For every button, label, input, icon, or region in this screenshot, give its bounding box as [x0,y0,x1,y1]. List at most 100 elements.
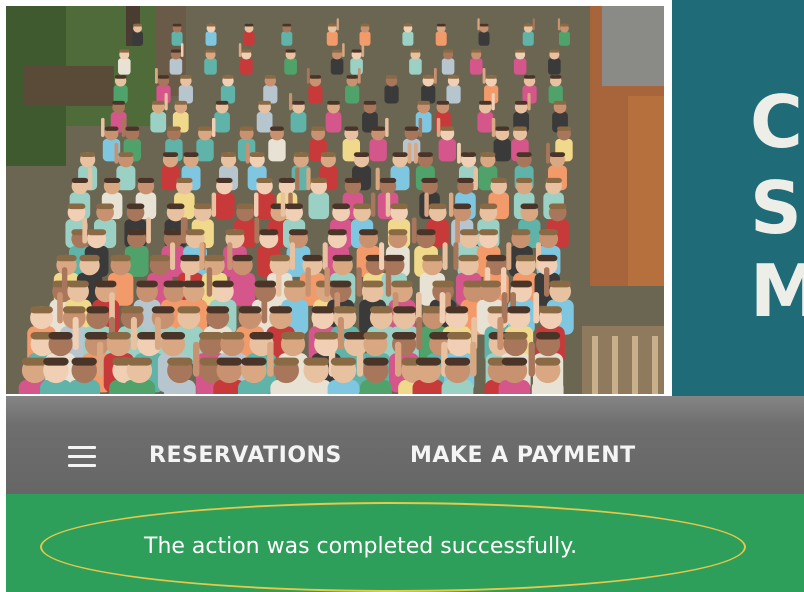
crowd-person-arm [336,18,339,31]
crowd-person-hair [332,203,350,210]
crowd-person-arm [211,117,216,137]
crowd-person-hair [79,254,100,262]
crowd-person-body [229,272,256,306]
crowd-person-body [469,58,483,75]
crowd-person-hair [314,331,339,340]
success-alert: The action was completed successfully. [6,494,804,592]
crowd-person-arm [193,341,200,377]
crowd-person-hair [43,357,69,366]
crowd-person-hair [404,126,419,131]
crowd-person-hair [320,152,336,157]
crowd-person-arm [532,18,535,31]
crowd-person-hair [67,203,86,210]
crowd-person-hair [149,254,171,262]
crowd-person-hair [215,100,229,105]
crowd-person-hair [269,306,293,314]
crowd-person-hair [278,177,296,184]
crowd-person-hair [249,331,274,340]
crowd-person-hair [447,75,460,79]
nav-link-reservations[interactable]: RESERVATIONS [149,443,342,468]
crowd-person-body [156,85,171,104]
crowd-person-body [513,58,527,75]
crowd-person-hair [162,152,179,157]
crowd-person-hair [514,100,528,105]
crowd-person-hair [520,203,539,210]
logo-letter: M [750,249,804,333]
crowd-person-body [171,31,183,46]
crowd-person-hair [479,280,501,288]
crowd-person-arm [96,341,104,377]
crowd-person-hair [198,126,212,131]
crowd-person-hair [503,331,528,340]
crowd-person-hair [327,23,337,27]
crowd-person-hair [303,357,329,366]
crowd-person-hair [205,49,216,53]
logo-letter: S [750,166,804,250]
crowd-person-hair [285,49,296,53]
crowd-person-hair [71,177,89,184]
crowd-person-hair [222,75,234,79]
crowd-person-hair [309,75,322,79]
crowd-person-body [522,31,534,46]
crowd-person-arm [385,267,392,297]
crowd-person-arm [506,242,512,271]
crowd-person-hair [273,357,299,366]
crowd-person-hair [415,357,442,366]
crowd-person-hair [280,331,306,340]
crowd-person-body [484,85,499,104]
crowd-person-hair [180,254,201,262]
crowd-person-hair [513,126,527,131]
crowd-person-arm [439,291,446,324]
crowd-person-arm [457,142,461,164]
hamburger-menu-icon[interactable] [64,442,98,470]
nav-link-make-a-payment[interactable]: MAKE A PAYMENT [410,443,636,468]
crowd-person-hair [515,254,536,262]
crowd-person-hair [346,75,358,79]
crowd-person-body [132,31,144,46]
crowd-person-hair [536,331,561,340]
crowd-person-hair [126,203,145,210]
crowd-person-arm [418,117,423,137]
crowd-person-hair [270,126,284,131]
crowd-person-hair [416,229,436,236]
crowd-person-hair [421,177,438,184]
crowd-person-hair [443,49,454,53]
hero-banner: C S M [0,0,804,396]
crowd-person-body [493,138,511,162]
crowd-illustration [6,6,664,394]
crowd-person-hair [369,306,393,314]
crowd-person-hair [292,100,305,105]
crowd-person-hair [48,331,73,340]
crowd-person-hair [392,331,417,340]
crowd-person-arm [306,68,310,84]
crowd-person-hair [125,126,140,131]
crowd-person-body [350,58,363,75]
crowd-person-hair [393,306,416,314]
crowd-person-hair [479,23,489,27]
crowd-person-hair [479,203,498,210]
crowd-person-hair [422,254,443,262]
camp-logo-panel: C S M [672,0,804,396]
crowd-person-hair [417,100,430,105]
crowd-person-arm [470,341,477,377]
crowd-person-hair [170,49,181,53]
crowd-person-arm [497,316,504,351]
crowd-person-hair [232,254,253,262]
crowd-person-hair [440,126,455,131]
menu-bar [68,464,96,467]
crowd-person-arm [342,43,345,58]
crowd-person-body [290,111,307,133]
crowd-person-hair [254,280,277,288]
crowd-person-hair [495,126,510,131]
crowd-person-body [150,111,167,133]
crowd-person-hair [549,152,566,157]
crowd-person-arm [491,92,495,111]
crowd-person-body [325,111,342,133]
crowd-person-arm [72,316,79,351]
crowd-person-hair [160,331,186,340]
crowd-person-body [548,58,561,75]
crowd-person-hair [333,306,357,314]
crowd-person-hair [553,100,567,105]
crowd-person-hair [220,152,237,157]
crowd-person-arm [453,242,459,271]
